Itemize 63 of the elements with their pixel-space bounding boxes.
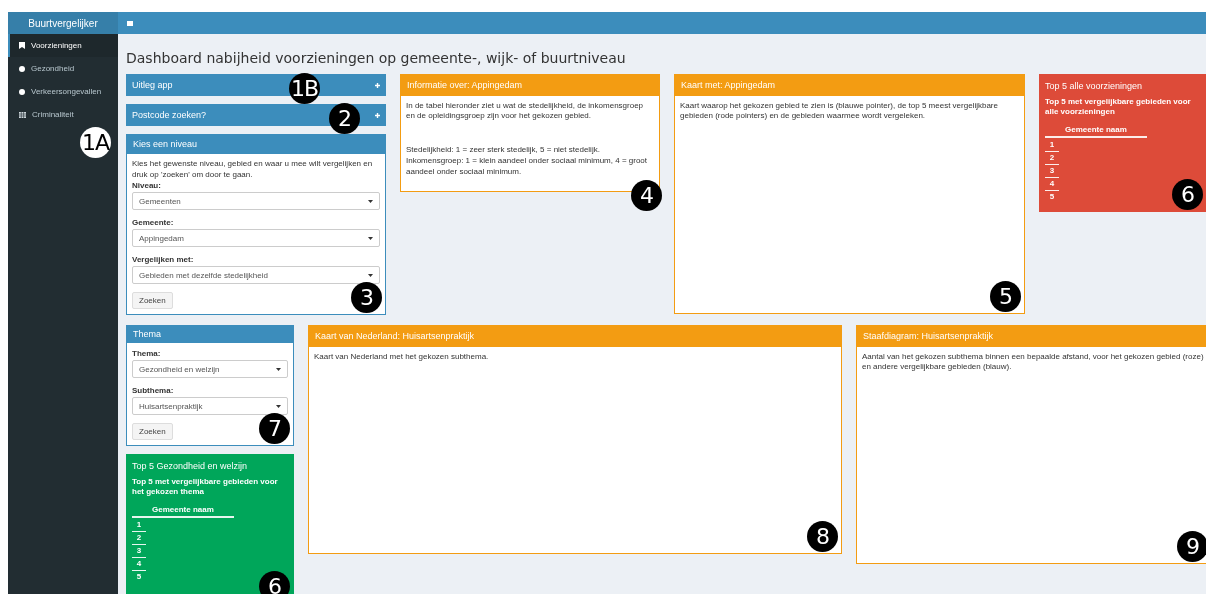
plus-icon[interactable] xyxy=(375,82,380,88)
bookmark-icon xyxy=(19,42,25,49)
rank-cell: 1 xyxy=(1045,138,1059,152)
select-field[interactable]: Huisartsenpraktijk xyxy=(132,397,288,415)
sidebar-item[interactable]: Verkeersongevallen xyxy=(8,80,118,103)
callout-badge: 4 xyxy=(631,180,662,211)
callout-badge: 2 xyxy=(329,103,360,134)
panel-description: Kaart van Nederland met het gekozen subthema. xyxy=(314,352,490,363)
field-label: Niveau: xyxy=(132,181,162,190)
column-header: Gemeente naam xyxy=(1045,122,1147,138)
grid-icon xyxy=(19,111,26,118)
rank-cell: 2 xyxy=(132,531,146,545)
card-subtitle: Top 5 met vergelijkbare gebieden voor alle voorzieningen xyxy=(1045,97,1192,118)
rank-cell: 1 xyxy=(132,518,146,532)
search-button[interactable]: Zoeken xyxy=(132,292,173,309)
panel-description: Aantal van het gekozen subthema binnen een bepaalde afstand, voor het gekozen gebied (roze) en andere vergelijkbare gebieden (blauw). xyxy=(862,352,1205,373)
rank-cell-text: 5 xyxy=(135,570,143,583)
panel-description: Inkomensgroep: 1 = klein aandeel onder sociaal minimum, 4 = groot aandeel onder sociaal minimum. xyxy=(406,156,649,177)
rank-cell: 3 xyxy=(132,544,146,558)
panel-description: Stedelijkheid: 1 = zeer sterk stedelijk, 5 = niet stedelijk. xyxy=(406,144,601,156)
rank-cell: 4 xyxy=(1045,177,1059,191)
caret-icon xyxy=(368,236,373,240)
select-field[interactable]: Gezondheid en welzijn xyxy=(132,360,288,378)
rank-cell: 2 xyxy=(1045,151,1059,165)
card-title: Top 5 Gezondheid en welzijn xyxy=(132,461,249,471)
column-header: Gemeente naam xyxy=(132,502,234,518)
select-field[interactable]: Gemeenten xyxy=(132,192,380,210)
rank-cell: 3 xyxy=(1045,164,1059,178)
circle-icon xyxy=(19,88,25,95)
sidebar-item[interactable]: Voorzieningen xyxy=(8,34,118,57)
page-title: Dashboard nabijheid voorzieningen op gemeente-, wijk- of buurtniveau xyxy=(126,50,627,66)
sidebar-item[interactable]: Criminaliteit xyxy=(8,103,118,126)
card-title: Top 5 alle voorzieningen xyxy=(1045,81,1144,91)
panel-description: In de tabel hieronder ziet u wat de stedelijkheid, de inkomensgroep en de opleidingsgroep zijn voor het gekozen gebied. xyxy=(406,101,645,122)
rank-cell-text: 5 xyxy=(1048,190,1056,203)
plus-icon[interactable] xyxy=(375,112,380,118)
caret-icon xyxy=(368,199,373,203)
callout-badge: 1A xyxy=(80,127,111,158)
caret-icon xyxy=(276,404,281,408)
panel-header: Informatie over: Appingedam xyxy=(401,74,659,96)
panel-header: Staafdiagram: Huisartsenpraktijk xyxy=(857,325,1206,347)
callout-badge: 1B xyxy=(289,73,320,104)
menu-icon[interactable] xyxy=(127,20,133,26)
panel-header: Kies een niveau xyxy=(127,134,385,155)
search-button[interactable]: Zoeken xyxy=(132,423,173,440)
panel-header: Thema xyxy=(127,325,293,343)
panel-description: Kies het gewenste niveau, gebied en waar u mee wilt vergelijken en druk op 'zoeken' om door te gaan. xyxy=(132,159,374,180)
field-label: Vergelijken met: xyxy=(132,255,195,264)
panel-description: Kaart waarop het gekozen gebied te zien is (blauwe pointer), de top 5 meest vergelijkbare gebieden (rode pointers) en de gebieden waarmee wordt vergeleken. xyxy=(680,101,999,122)
field-label: Thema: xyxy=(132,349,162,358)
panel-header: Kaart van Nederland: Huisartsenpraktijk xyxy=(309,325,841,347)
field-label: Gemeente: xyxy=(132,218,175,227)
app-title: Buurtvergelijker xyxy=(8,12,118,34)
caret-icon xyxy=(276,367,281,371)
circle-icon xyxy=(19,65,25,72)
select-field[interactable]: Appingedam xyxy=(132,229,380,247)
sidebar-item[interactable]: Gezondheid xyxy=(8,57,118,80)
rank-cell: 4 xyxy=(132,557,146,571)
caret-icon xyxy=(368,273,373,277)
card-subtitle: Top 5 met vergelijkbare gebieden voor het gekozen thema xyxy=(132,477,279,498)
field-label: Subthema: xyxy=(132,386,175,395)
panel-header: Kaart met: Appingedam xyxy=(675,74,1024,96)
select-field[interactable]: Gebieden met dezelfde stedelijkheid xyxy=(132,266,380,284)
